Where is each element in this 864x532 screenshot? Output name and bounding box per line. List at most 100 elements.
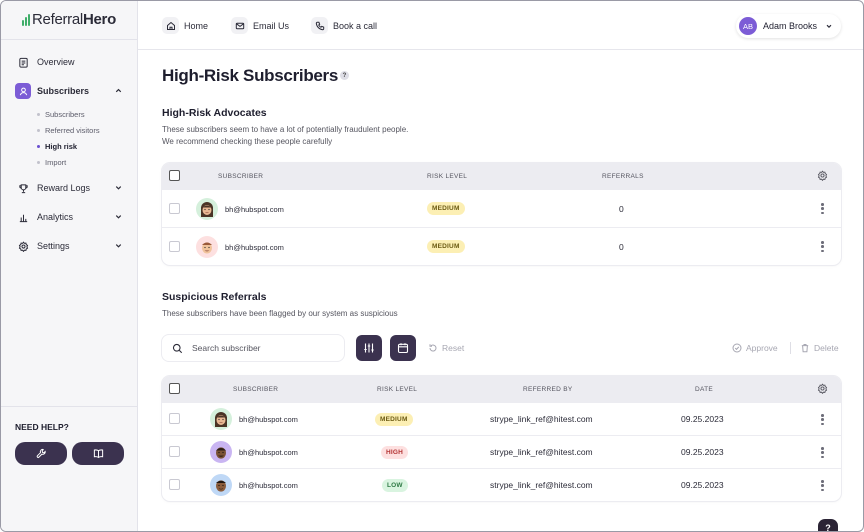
row-checkbox[interactable] [169, 413, 180, 424]
approve-button[interactable]: Approve [732, 343, 778, 353]
user-icon [15, 83, 31, 99]
bullet-icon [37, 145, 40, 148]
more-options-icon[interactable] [821, 447, 824, 458]
trophy-icon [15, 180, 31, 196]
clipboard-icon [15, 54, 31, 70]
sidebar-divider [1, 39, 137, 40]
advocates-description-2: We recommend checking these people caref… [162, 137, 333, 146]
more-options-icon[interactable] [821, 414, 824, 425]
book-icon [93, 449, 103, 459]
suspicious-title: Suspicious Referrals [162, 291, 267, 303]
column-header-date: DATE [695, 386, 714, 393]
delete-button[interactable]: Delete [800, 343, 839, 353]
chevron-down-icon[interactable] [114, 183, 123, 192]
date-filter-button[interactable] [390, 335, 416, 361]
gear-icon[interactable] [817, 170, 828, 181]
select-all-checkbox[interactable] [169, 383, 180, 394]
subscriber-email: bh@hubspot.com [239, 415, 298, 424]
reset-label: Reset [442, 343, 465, 353]
help-question-icon[interactable]: ? [340, 71, 349, 80]
risk-badge: LOW [382, 479, 408, 492]
table-row[interactable]: bh@hubspot.com HIGH strype_link_ref@hite… [162, 435, 841, 468]
column-header-risk-level: RISK LEVEL [377, 386, 418, 393]
bullet-icon [37, 161, 40, 164]
row-checkbox[interactable] [169, 446, 180, 457]
risk-badge: MEDIUM [427, 240, 465, 253]
more-options-icon[interactable] [821, 480, 824, 491]
calendar-icon [397, 343, 409, 354]
email-us-link[interactable]: Email Us [231, 17, 289, 34]
table-row[interactable]: bh@hubspot.com MEDIUM 0 [162, 189, 841, 227]
reset-icon [429, 344, 437, 352]
help-chat-button[interactable]: ? [818, 519, 838, 531]
risk-badge: HIGH [381, 446, 409, 459]
gear-icon [15, 238, 31, 254]
chevron-down-icon[interactable] [114, 212, 123, 221]
sidebar-item-reward-logs[interactable]: Reward Logs [15, 178, 127, 198]
sidebar-item-overview[interactable]: Overview [15, 52, 127, 72]
email-us-label: Email Us [253, 20, 290, 31]
need-help-title: NEED HELP? [15, 422, 69, 432]
more-options-icon[interactable] [821, 203, 824, 214]
referred-by: strype_link_ref@hitest.com [490, 447, 593, 457]
sidebar-item-settings[interactable]: Settings [15, 236, 127, 256]
memoji-avatar-icon [216, 480, 226, 492]
search-input[interactable]: Search subscriber [162, 335, 344, 361]
home-link-label: Home [184, 20, 209, 31]
referred-by: strype_link_ref@hitest.com [490, 414, 593, 424]
sidebar-subitem-high-risk[interactable]: High risk [37, 142, 77, 151]
sidebar-item-analytics[interactable]: Analytics [15, 207, 127, 227]
page-title: High-Risk Subscribers [162, 66, 339, 85]
docs-button[interactable] [72, 442, 124, 465]
divider [790, 342, 791, 354]
column-header-referrals: REFERRALS [602, 173, 644, 180]
sidebar-subitem-label: High risk [45, 142, 78, 151]
memoji-avatar-icon [201, 202, 213, 217]
more-options-icon[interactable] [821, 241, 824, 252]
filter-button[interactable] [356, 335, 382, 361]
top-bar: Home Email Us Book a call AB Adam Brooks [138, 1, 863, 50]
sidebar-subitem-subscribers[interactable]: Subscribers [37, 110, 85, 119]
chevron-down-icon [826, 24, 832, 28]
delete-label: Delete [814, 343, 839, 353]
user-menu[interactable]: AB Adam Brooks [735, 14, 841, 38]
sliders-icon [364, 343, 374, 353]
sidebar-subitem-referred-visitors[interactable]: Referred visitors [37, 126, 100, 135]
logo-icon [22, 13, 30, 26]
risk-badge: MEDIUM [375, 413, 413, 426]
chevron-down-icon[interactable] [114, 241, 123, 250]
suspicious-description: These subscribers have been flagged by o… [162, 309, 398, 318]
book-call-link[interactable]: Book a call [311, 17, 377, 34]
row-checkbox[interactable] [169, 241, 180, 252]
bullet-icon [37, 129, 40, 132]
logo[interactable]: ReferralHero [22, 11, 116, 28]
sidebar-divider [1, 406, 137, 407]
search-placeholder: Search subscriber [192, 343, 261, 353]
column-header-subscriber: SUBSCRIBER [233, 386, 279, 393]
referred-by: strype_link_ref@hitest.com [490, 480, 593, 490]
mail-icon [231, 17, 248, 34]
trash-icon [801, 344, 809, 353]
avatar: AB [738, 17, 757, 35]
subscriber-email: bh@hubspot.com [239, 481, 298, 490]
referral-date: 09.25.2023 [681, 414, 724, 424]
sidebar-subitem-import[interactable]: Import [37, 158, 66, 167]
column-header-referred-by: REFERRED BY [523, 386, 573, 393]
bar-chart-icon [15, 209, 31, 225]
reset-button[interactable]: Reset [428, 343, 464, 353]
table-row[interactable]: bh@hubspot.com MEDIUM 0 [162, 227, 841, 265]
row-checkbox[interactable] [169, 203, 180, 214]
row-checkbox[interactable] [169, 479, 180, 490]
select-all-checkbox[interactable] [169, 170, 180, 181]
support-tools-button[interactable] [15, 442, 67, 465]
gear-icon[interactable] [817, 383, 828, 394]
table-row[interactable]: bh@hubspot.com LOW strype_link_ref@hites… [162, 468, 841, 501]
home-link[interactable]: Home [162, 17, 208, 34]
approve-label: Approve [746, 343, 778, 353]
table-header: SUBSCRIBER RISK LEVEL REFERRED BY DATE [162, 376, 841, 402]
advocates-table: SUBSCRIBER RISK LEVEL REFERRALS bh@hubsp… [162, 163, 841, 265]
chevron-up-icon[interactable] [114, 86, 123, 95]
sidebar-item-subscribers[interactable]: Subscribers [15, 81, 127, 101]
table-row[interactable]: bh@hubspot.com MEDIUM strype_link_ref@hi… [162, 402, 841, 435]
avatar [210, 408, 232, 430]
